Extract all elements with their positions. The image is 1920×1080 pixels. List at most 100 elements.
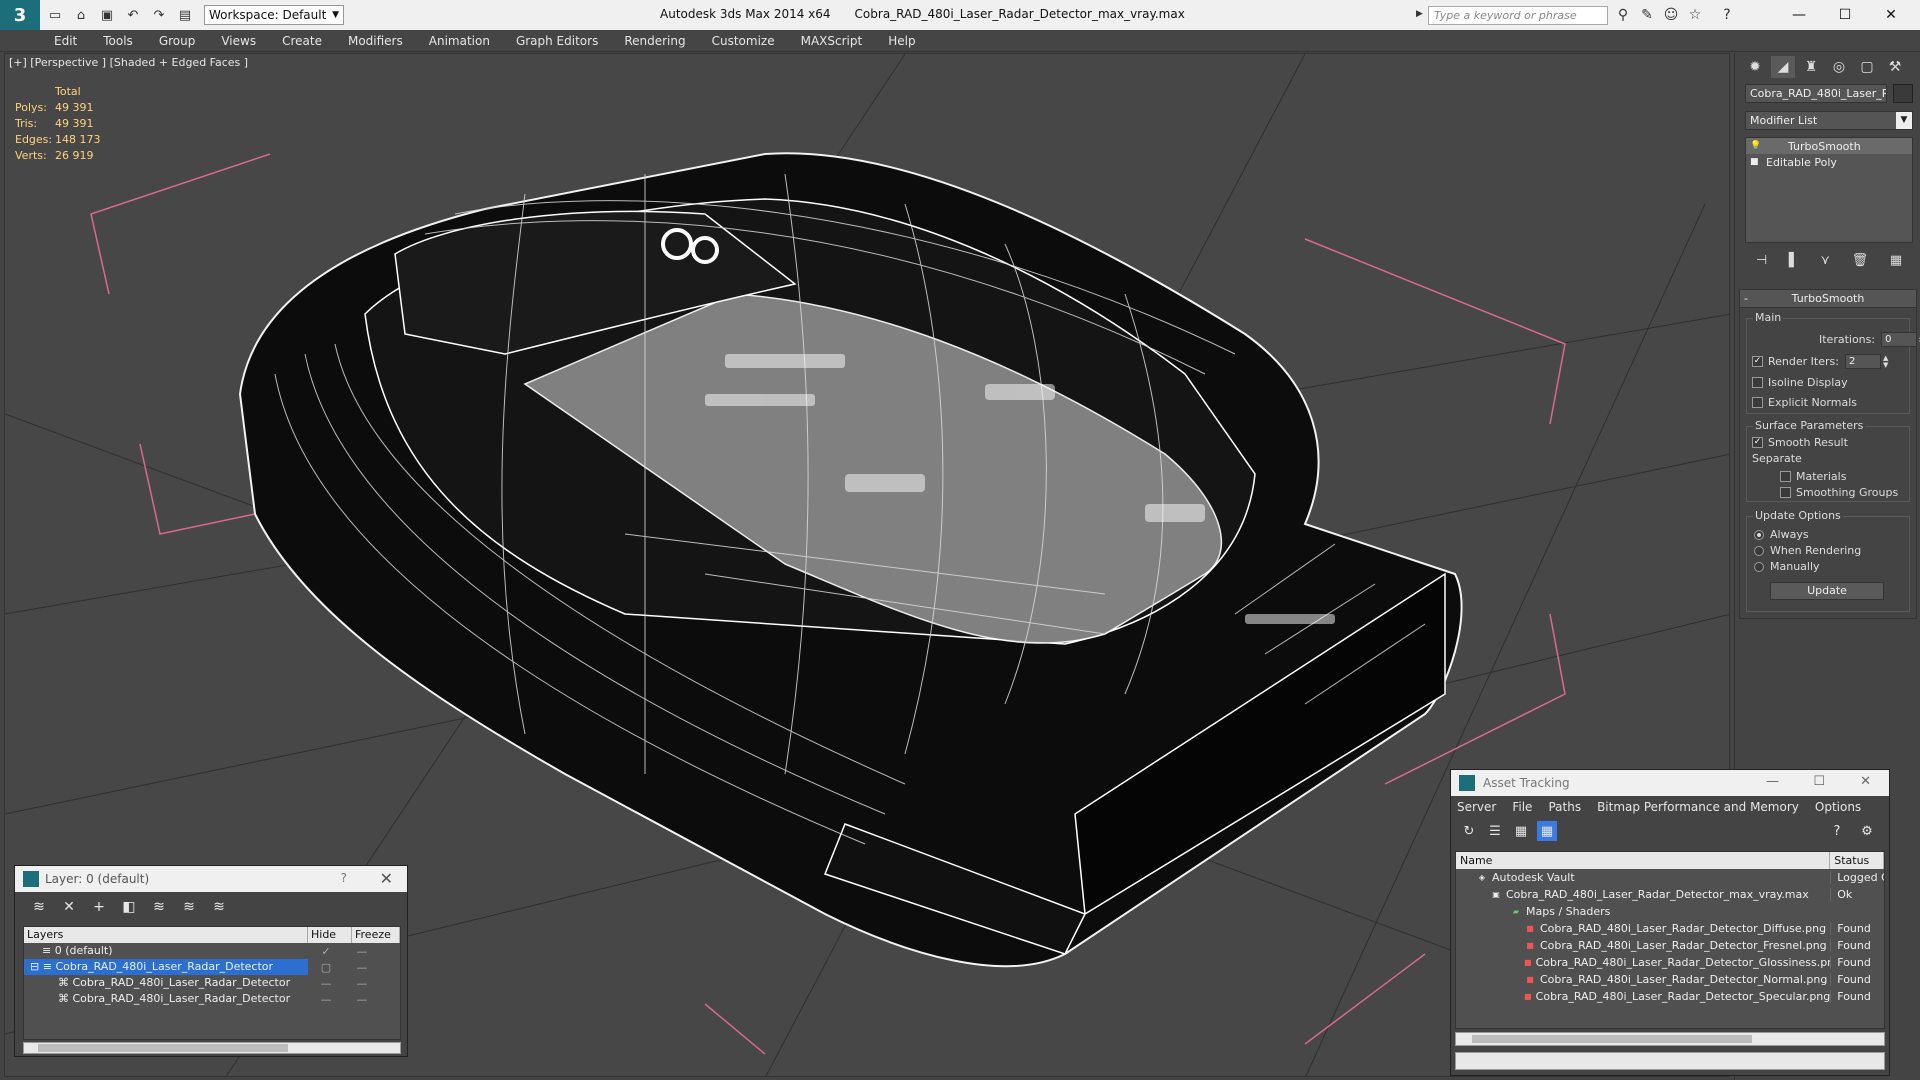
utilities-tab-icon[interactable]: ⚒ bbox=[1883, 56, 1907, 78]
smoothing-groups-checkbox[interactable] bbox=[1780, 487, 1791, 498]
freeze-toggle[interactable]: — bbox=[344, 945, 380, 958]
pin-stack-icon[interactable]: ⊣ bbox=[1756, 253, 1767, 268]
rollout-header[interactable]: - TurboSmooth bbox=[1740, 290, 1916, 308]
redo-icon[interactable]: ↷ bbox=[148, 4, 170, 26]
render-iters-spinner[interactable]: 2 bbox=[1844, 354, 1881, 369]
menu-create[interactable]: Create bbox=[282, 34, 322, 48]
close-icon[interactable]: ✕ bbox=[1868, 0, 1914, 30]
col-name[interactable]: Name bbox=[1456, 852, 1831, 869]
save-icon[interactable]: ▣ bbox=[96, 4, 118, 26]
table-view-icon[interactable]: ▦ bbox=[1537, 821, 1557, 841]
asset-menu-server[interactable]: Server bbox=[1457, 800, 1496, 814]
maximize-icon[interactable]: ☐ bbox=[1813, 774, 1825, 789]
smooth-result-checkbox[interactable]: ✓ bbox=[1752, 437, 1763, 448]
asset-horizontal-scrollbar[interactable] bbox=[1455, 1032, 1885, 1046]
freeze-toggle[interactable]: — bbox=[344, 993, 380, 1006]
col-status[interactable]: Status bbox=[1830, 852, 1884, 869]
menu-views[interactable]: Views bbox=[221, 34, 256, 48]
highlight-layer-icon[interactable]: ≋ bbox=[147, 896, 171, 918]
isoline-checkbox[interactable] bbox=[1752, 377, 1763, 388]
scrollbar-thumb[interactable] bbox=[1472, 1035, 1752, 1043]
asset-row[interactable]: ▣ Cobra_RAD_480i_Laser_Radar_Detector_max… bbox=[1456, 886, 1884, 903]
menu-edit[interactable]: Edit bbox=[54, 34, 77, 48]
col-freeze[interactable]: Freeze bbox=[352, 927, 400, 943]
col-hide[interactable]: Hide bbox=[308, 927, 352, 943]
modify-tab-icon[interactable]: ◢ bbox=[1771, 56, 1795, 78]
create-tab-icon[interactable]: ✹ bbox=[1743, 56, 1767, 78]
tools-icon[interactable]: ✎ bbox=[1636, 6, 1658, 24]
remove-modifier-icon[interactable]: 🗑 bbox=[1852, 253, 1869, 268]
maximize-icon[interactable]: ☐ bbox=[1822, 0, 1868, 30]
show-end-result-icon[interactable]: ▌ bbox=[1789, 253, 1799, 268]
modifier-list-dropdown[interactable]: Modifier List ▼ bbox=[1745, 111, 1913, 130]
materials-checkbox[interactable] bbox=[1780, 471, 1791, 482]
help-icon[interactable]: ? bbox=[1716, 6, 1738, 24]
search-input[interactable]: Type a keyword or phrase bbox=[1428, 6, 1608, 25]
thumbnail-view-icon[interactable]: ▦ bbox=[1511, 821, 1531, 841]
settings-icon[interactable]: ⚙ bbox=[1857, 821, 1877, 841]
object-name-field[interactable]: Cobra_RAD_480i_Laser_Rad bbox=[1745, 84, 1887, 103]
binoculars-icon[interactable]: ⚲ bbox=[1612, 6, 1634, 24]
menu-animation[interactable]: Animation bbox=[429, 34, 490, 48]
freeze-all-layers-icon[interactable]: ≋ bbox=[207, 896, 231, 918]
asset-row[interactable]: ■ Cobra_RAD_480i_Laser_Radar_Detector_Nor… bbox=[1456, 971, 1884, 988]
asset-path-field[interactable] bbox=[1455, 1052, 1885, 1070]
layer-row[interactable]: ≡ 0 (default) ✓ — bbox=[24, 943, 400, 959]
update-when-rendering-radio[interactable] bbox=[1754, 545, 1764, 556]
minimize-icon[interactable]: — bbox=[1766, 774, 1779, 789]
asset-row[interactable]: ■ Cobra_RAD_480i_Laser_Radar_Detector_Spe… bbox=[1456, 988, 1884, 1005]
current-layer-icon[interactable]: ▢ bbox=[308, 961, 344, 974]
app-logo[interactable]: 3 bbox=[0, 0, 40, 30]
asset-menu-file[interactable]: File bbox=[1512, 800, 1532, 814]
object-color-swatch[interactable] bbox=[1893, 84, 1913, 103]
configure-sets-icon[interactable]: ▦ bbox=[1890, 253, 1902, 268]
layer-dialog-titlebar[interactable]: Layer: 0 (default) ? ✕ bbox=[15, 866, 407, 892]
project-folder-icon[interactable]: ▤ bbox=[174, 4, 196, 26]
asset-menu-bitmap-performance[interactable]: Bitmap Performance and Memory bbox=[1597, 800, 1799, 814]
user-icon[interactable]: ☺ bbox=[1660, 6, 1682, 24]
make-unique-icon[interactable]: ⋎ bbox=[1820, 253, 1830, 268]
menu-help[interactable]: Help bbox=[888, 34, 915, 48]
hierarchy-tab-icon[interactable]: ♜ bbox=[1799, 56, 1823, 78]
stack-item-turbosmooth[interactable]: 💡 TurboSmooth bbox=[1746, 138, 1912, 154]
asset-row[interactable]: ■ Cobra_RAD_480i_Laser_Radar_Detector_Fre… bbox=[1456, 937, 1884, 954]
hide-toggle[interactable]: — bbox=[308, 993, 344, 1006]
delete-layer-icon[interactable]: ✕ bbox=[57, 896, 81, 918]
undo-icon[interactable]: ↶ bbox=[122, 4, 144, 26]
minimize-icon[interactable]: — bbox=[1776, 0, 1822, 30]
update-manually-radio[interactable] bbox=[1754, 561, 1764, 572]
layer-row[interactable]: ⊟ ≡ Cobra_RAD_480i_Laser_Radar_Detector … bbox=[24, 959, 400, 975]
star-icon[interactable]: ☆ bbox=[1684, 6, 1706, 24]
asset-row[interactable]: ■ Cobra_RAD_480i_Laser_Radar_Detector_Dif… bbox=[1456, 920, 1884, 937]
refresh-icon[interactable]: ↻ bbox=[1459, 821, 1479, 841]
close-icon[interactable]: ✕ bbox=[380, 869, 393, 888]
asset-row[interactable]: ◈ Autodesk Vault Logged O bbox=[1456, 869, 1884, 886]
menu-customize[interactable]: Customize bbox=[712, 34, 775, 48]
stack-item-editable-poly[interactable]: ■ Editable Poly bbox=[1746, 154, 1912, 170]
col-layers[interactable]: Layers bbox=[24, 927, 308, 943]
hide-toggle[interactable]: — bbox=[308, 977, 344, 990]
checkmark-icon[interactable]: ✓ bbox=[308, 945, 344, 958]
close-icon[interactable]: ✕ bbox=[1860, 774, 1871, 789]
open-file-icon[interactable]: ⌂ bbox=[70, 4, 92, 26]
asset-row[interactable]: ■ Cobra_RAD_480i_Laser_Radar_Detector_Glo… bbox=[1456, 954, 1884, 971]
search-expand-icon[interactable]: ▶ bbox=[1416, 9, 1423, 19]
display-tab-icon[interactable]: ▢ bbox=[1855, 56, 1879, 78]
help-icon[interactable]: ? bbox=[341, 871, 347, 885]
workspace-dropdown[interactable]: Workspace: Default ▼ bbox=[204, 5, 344, 25]
spinner-arrows-icon[interactable]: ▲▼ bbox=[1883, 354, 1888, 369]
hide-all-layers-icon[interactable]: ≋ bbox=[177, 896, 201, 918]
viewport-label[interactable]: [+] [Perspective ] [Shaded + Edged Faces… bbox=[9, 56, 248, 69]
layer-horizontal-scrollbar[interactable] bbox=[23, 1042, 401, 1054]
new-layer-icon[interactable]: ≋ bbox=[27, 896, 51, 918]
asset-row[interactable]: ▰ Maps / Shaders bbox=[1456, 903, 1884, 920]
iterations-spinner[interactable]: 0 bbox=[1881, 332, 1918, 347]
freeze-toggle[interactable]: — bbox=[344, 961, 380, 974]
layer-row[interactable]: ⌘ Cobra_RAD_480i_Laser_Radar_Detector — … bbox=[24, 975, 400, 991]
asset-menu-paths[interactable]: Paths bbox=[1548, 800, 1581, 814]
update-always-radio[interactable] bbox=[1754, 529, 1764, 540]
asset-tracking-titlebar[interactable]: Asset Tracking — ☐ ✕ bbox=[1451, 770, 1889, 796]
layer-row[interactable]: ⌘ Cobra_RAD_480i_Laser_Radar_Detector — … bbox=[24, 991, 400, 1007]
menu-group[interactable]: Group bbox=[159, 34, 196, 48]
lightbulb-icon[interactable]: 💡 bbox=[1750, 141, 1761, 151]
